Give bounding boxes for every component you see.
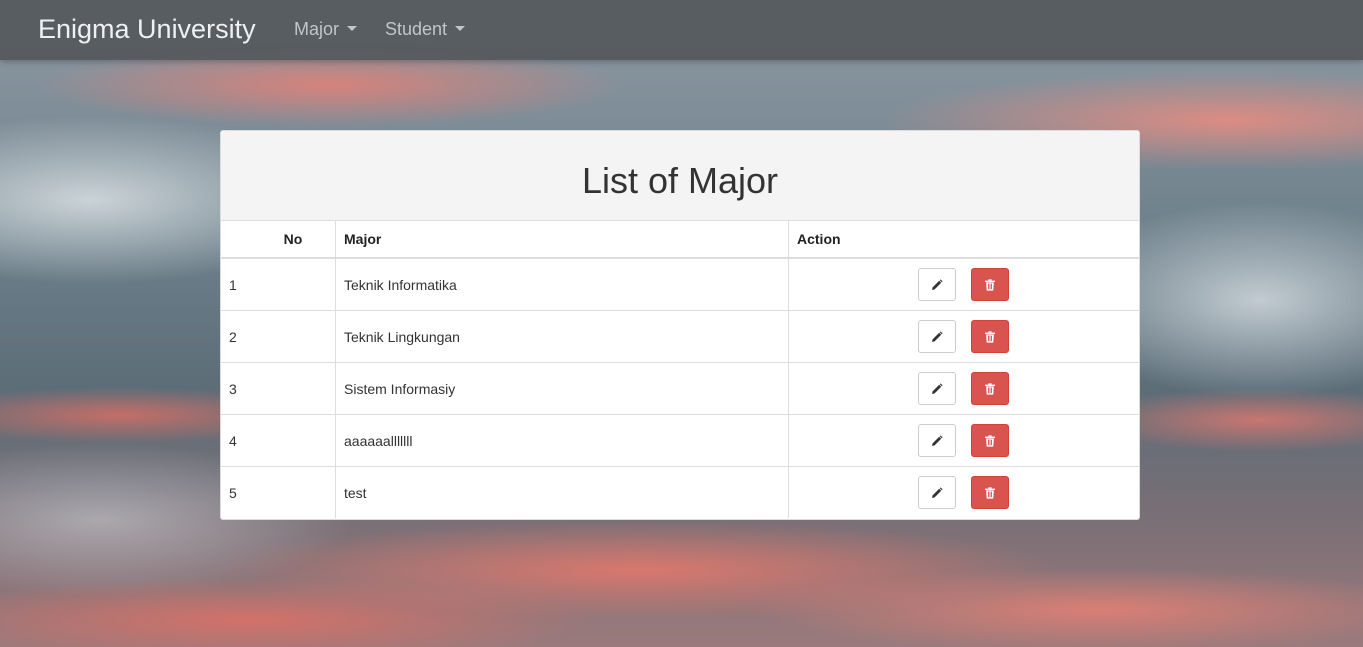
row-major-name: test [335, 466, 789, 518]
nav-student-dropdown[interactable]: Student [385, 18, 466, 40]
row-major-name: Sistem Informasiy [335, 362, 789, 415]
header-action: Action [788, 221, 1139, 259]
edit-button[interactable] [918, 372, 956, 405]
edit-button[interactable] [918, 424, 956, 457]
row-actions [788, 466, 1139, 518]
nav-major-label: Major [294, 19, 340, 39]
panel-heading: List of Major [221, 131, 1139, 221]
edit-button[interactable] [918, 320, 956, 353]
row-number: 5 [221, 466, 336, 518]
table-header-row: No Major Action [221, 221, 1139, 259]
nav-student-label: Student [385, 19, 448, 39]
row-number: 4 [221, 414, 336, 467]
page-title: List of Major [581, 160, 779, 201]
table-row: 2 Teknik Lingkungan [221, 310, 1139, 363]
header-major: Major [335, 221, 789, 259]
navbar: Enigma University Major Student [0, 0, 1363, 60]
row-actions [788, 362, 1139, 415]
major-table: No Major Action 1 Teknik Informatika 2 Tekn… [221, 221, 1139, 518]
delete-button[interactable] [971, 372, 1009, 405]
table-row: 3 Sistem Informasiy [221, 362, 1139, 415]
row-actions [788, 310, 1139, 363]
edit-button[interactable] [918, 268, 956, 301]
caret-down-icon [455, 26, 466, 31]
row-major-name: aaaaaalllllll [335, 414, 789, 467]
table-row: 1 Teknik Informatika [221, 257, 1139, 311]
table-row: 4 aaaaaalllllll [221, 414, 1139, 467]
caret-down-icon [347, 26, 358, 31]
nav-major-dropdown[interactable]: Major [294, 18, 358, 40]
delete-button[interactable] [971, 424, 1009, 457]
row-actions [788, 414, 1139, 467]
delete-button[interactable] [971, 268, 1009, 301]
delete-button[interactable] [971, 476, 1009, 509]
row-major-name: Teknik Lingkungan [335, 310, 789, 363]
row-actions [788, 257, 1139, 311]
row-number: 1 [221, 257, 336, 311]
edit-button[interactable] [918, 476, 956, 509]
row-major-name: Teknik Informatika [335, 257, 789, 311]
row-number: 2 [221, 310, 336, 363]
header-no: No [221, 221, 336, 259]
major-list-panel: List of Major No Major Action 1 Teknik In… [220, 130, 1140, 520]
brand-title[interactable]: Enigma University [38, 13, 256, 45]
row-number: 3 [221, 362, 336, 415]
table-row: 5 test [221, 466, 1139, 518]
delete-button[interactable] [971, 320, 1009, 353]
